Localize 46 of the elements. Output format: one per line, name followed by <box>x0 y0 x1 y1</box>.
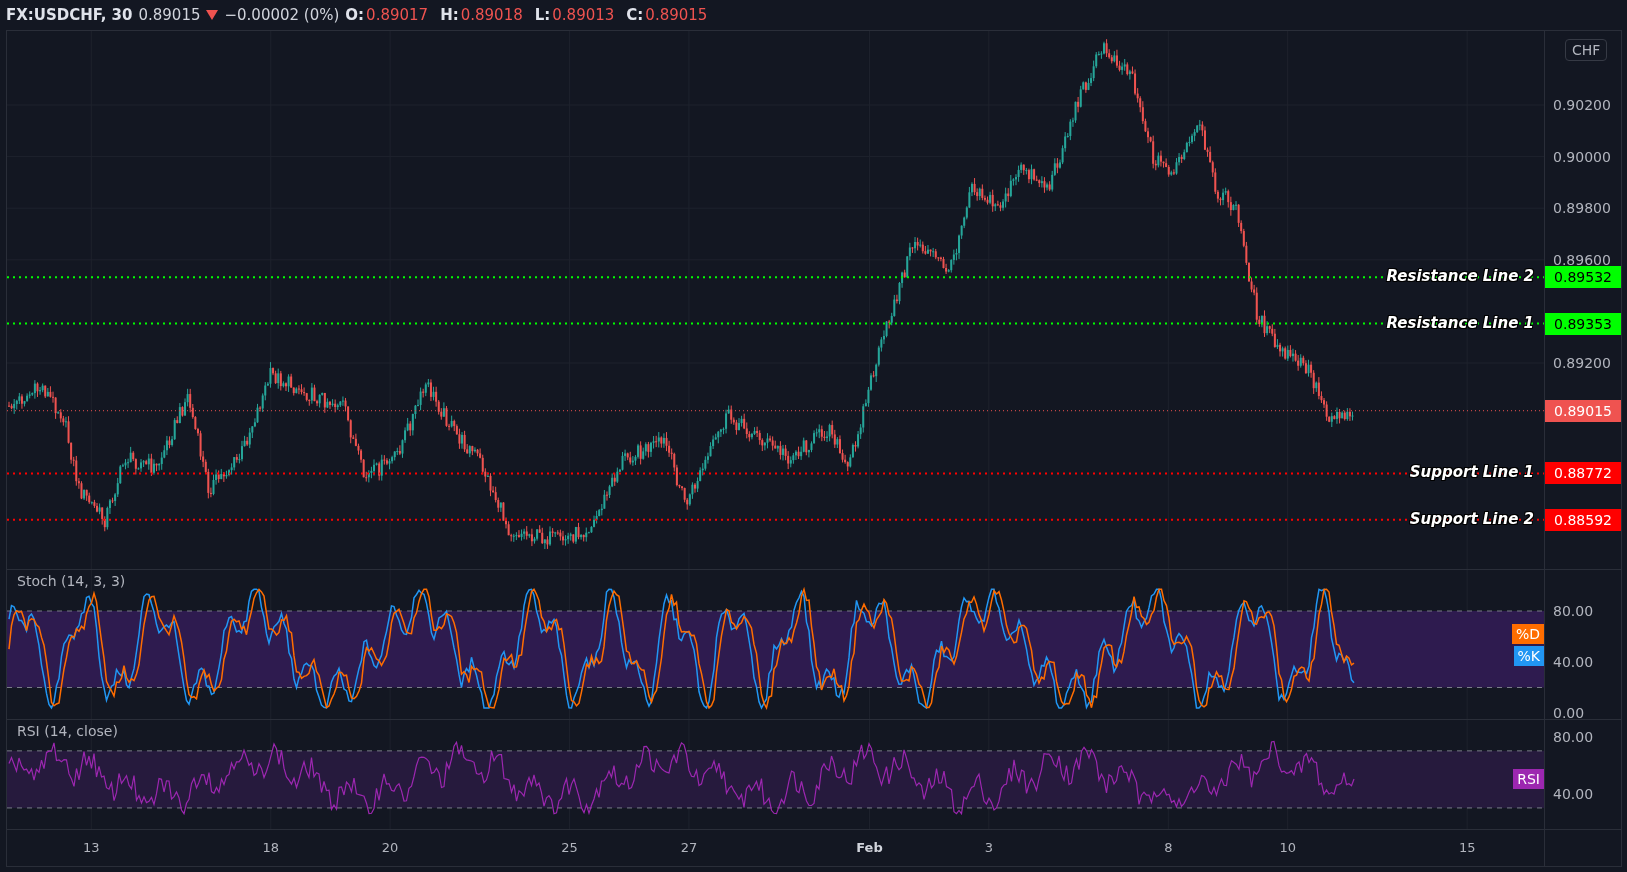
price-axis-label: 0.89800 <box>1553 200 1611 217</box>
time-axis-label: 25 <box>561 840 578 855</box>
stoch-axis-label: 0.00 <box>1553 705 1585 719</box>
ohlc-label: L: <box>534 6 551 24</box>
rsi-legend: RSI (14, close) <box>17 723 118 739</box>
stoch-axis-label: 80.00 <box>1553 603 1594 619</box>
time-axis-label: 13 <box>83 840 100 855</box>
ohlc-value: 0.89017 <box>366 6 429 24</box>
time-axis-label: 15 <box>1458 840 1476 855</box>
stoch-tag: %D <box>1511 624 1544 644</box>
level-label: Support Line 1 <box>1409 462 1534 483</box>
ohlc-label: H: <box>440 6 459 24</box>
stoch-axis-label: 40.00 <box>1553 654 1594 670</box>
level-label: Support Line 2 <box>1409 508 1534 529</box>
price-change: −0.00002 (0%) <box>224 6 340 24</box>
level-label: Resistance Line 1 <box>1386 312 1534 333</box>
time-axis-label: Feb <box>856 840 883 855</box>
level-label: Resistance Line 2 <box>1386 266 1534 287</box>
price-axis-label: 0.89200 <box>1553 355 1611 371</box>
ohlc-label: C: <box>626 6 644 24</box>
stoch-tag: %K <box>1513 646 1544 666</box>
time-axis-label: 20 <box>381 840 399 855</box>
price-axis-label: 0.90000 <box>1553 148 1611 165</box>
ohlc-value: 0.89013 <box>552 6 615 24</box>
time-axis-label: 8 <box>1164 840 1173 855</box>
rsi-axis-label: 80.00 <box>1553 728 1594 745</box>
last-price: 0.89015 <box>138 6 201 24</box>
rsi-axis-label: 40.00 <box>1553 785 1594 802</box>
price-axis-label: 0.90200 <box>1553 97 1611 113</box>
level-price-tag: 0.88592 <box>1545 508 1621 531</box>
price-axis-label: 0.89600 <box>1553 251 1611 268</box>
current-price-tag: 0.89015 <box>1545 399 1621 422</box>
time-axis-label: 18 <box>262 840 280 855</box>
ohlc-label: O: <box>345 6 365 24</box>
level-price-tag: 0.89532 <box>1545 266 1621 289</box>
ohlc-value: 0.89015 <box>645 6 708 24</box>
time-axis-label: 10 <box>1279 840 1296 855</box>
currency-button[interactable]: CHF <box>1565 39 1608 61</box>
level-price-tag: 0.88772 <box>1545 462 1621 485</box>
symbol-title: FX:USDCHF, 30 <box>6 6 133 24</box>
time-axis-label: 27 <box>680 840 698 855</box>
stoch-legend: Stoch (14, 3, 3) <box>17 573 126 589</box>
rsi-tag: RSI <box>1513 769 1544 790</box>
time-axis-label: 3 <box>984 840 993 855</box>
ohlc-value: 0.89018 <box>460 6 523 24</box>
level-price-tag: 0.89353 <box>1545 312 1621 335</box>
